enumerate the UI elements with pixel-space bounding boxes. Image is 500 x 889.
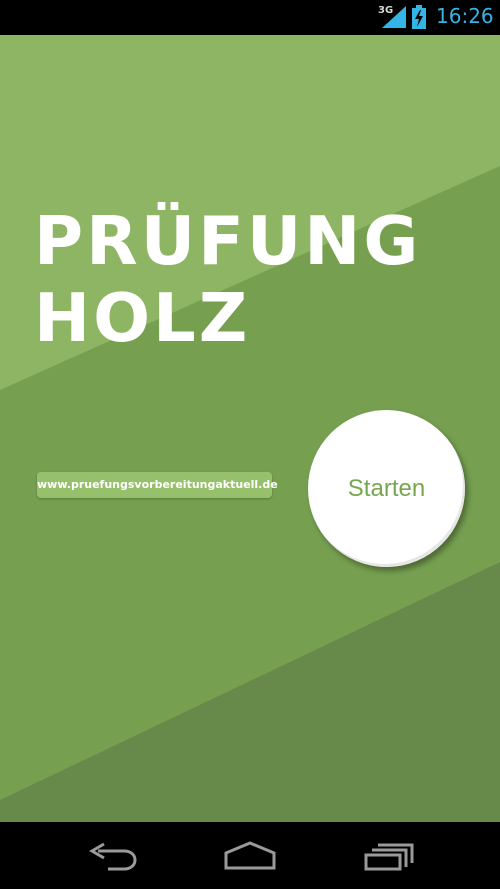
app-screen: PRÜFUNG HOLZ www.pruefungsvorbereitungak… [0, 35, 500, 822]
clock: 16:26 [436, 4, 494, 28]
recent-apps-button[interactable] [362, 840, 418, 872]
start-button[interactable]: Starten [308, 410, 465, 567]
navigation-bar [0, 822, 500, 889]
app-title: PRÜFUNG HOLZ [34, 203, 421, 357]
signal-icon [382, 6, 406, 28]
title-line-2: HOLZ [34, 279, 251, 357]
home-button[interactable] [222, 840, 278, 872]
back-button[interactable] [84, 840, 140, 872]
phone-screen: 3G 16:26 PRÜFUNG HOLZ www.pruefungsvorbe… [0, 0, 500, 889]
back-icon [89, 842, 137, 871]
home-icon [224, 841, 276, 870]
title-line-1: PRÜFUNG [34, 202, 422, 280]
status-bar: 3G 16:26 [0, 0, 500, 35]
battery-charging-icon [412, 5, 426, 29]
recent-apps-icon [364, 843, 414, 871]
website-link[interactable]: www.pruefungsvorbereitungaktuell.de [37, 472, 278, 498]
